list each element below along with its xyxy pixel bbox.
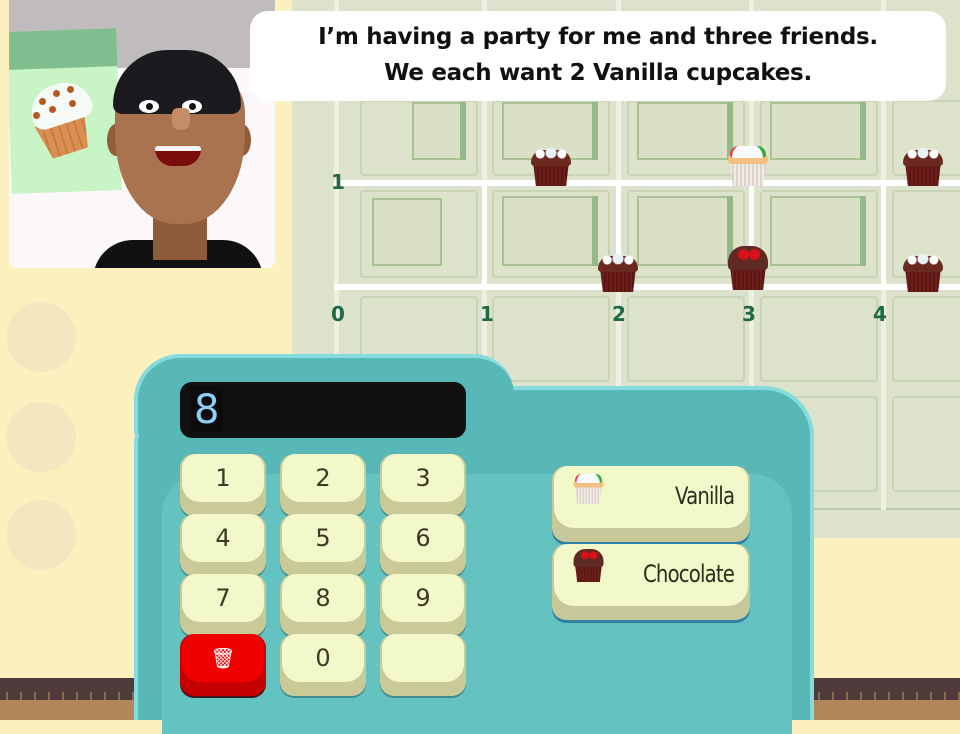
wall-decoration (6, 302, 76, 372)
vanilla-button[interactable]: Vanilla (552, 466, 750, 542)
x-axis-label: 0 (331, 302, 345, 326)
wall-decoration (6, 402, 76, 472)
key-6[interactable]: 6 (380, 514, 466, 576)
map-cupcake-chocolate[interactable] (901, 146, 945, 186)
key-5[interactable]: 5 (280, 514, 366, 576)
map-cupcake-vanilla[interactable] (726, 146, 770, 186)
register-display: 8 (180, 382, 466, 438)
display-value: 8 (190, 386, 224, 433)
map-cupcake-chocolate[interactable] (901, 252, 945, 292)
map-cupcake-chocolate[interactable] (529, 146, 573, 186)
key-8[interactable]: 8 (280, 574, 366, 636)
map-cupcake-chocolate-cherry[interactable] (726, 246, 770, 290)
map-road-y0 (334, 284, 960, 290)
delete-button[interactable]: 🗑 (180, 634, 266, 696)
key-0[interactable]: 0 (280, 634, 366, 696)
chocolate-button[interactable]: Chocolate (552, 544, 750, 620)
key-9[interactable]: 9 (380, 574, 466, 636)
speech-bubble: I’m having a party for me and three frie… (250, 11, 946, 101)
key-4[interactable]: 4 (180, 514, 266, 576)
map-cupcake-chocolate[interactable] (596, 252, 640, 292)
chocolate-cupcake-icon (572, 549, 604, 582)
vanilla-label: Vanilla (674, 482, 735, 510)
x-axis-label: 2 (612, 302, 626, 326)
customer-portrait (9, 0, 275, 268)
blank-key[interactable] (380, 634, 466, 696)
x-axis-label: 4 (873, 302, 887, 326)
trash-icon: 🗑 (182, 634, 264, 682)
cash-register: 8 1 2 3 4 5 6 7 8 9 🗑 0 Vanilla Chocolat… (134, 354, 814, 734)
speech-line-1: I’m having a party for me and three frie… (318, 24, 878, 50)
chocolate-label: Chocolate (642, 560, 735, 588)
x-axis-label: 3 (742, 302, 756, 326)
map-road-y1 (334, 180, 960, 186)
y-axis-label: 1 (331, 170, 345, 194)
key-1[interactable]: 1 (180, 454, 266, 516)
vanilla-cupcake-icon (572, 474, 604, 504)
key-7[interactable]: 7 (180, 574, 266, 636)
key-3[interactable]: 3 (380, 454, 466, 516)
x-axis-label: 1 (480, 302, 494, 326)
key-2[interactable]: 2 (280, 454, 366, 516)
speech-line-2: We each want 2 Vanilla cupcakes. (384, 60, 812, 86)
wall-decoration (6, 500, 76, 570)
